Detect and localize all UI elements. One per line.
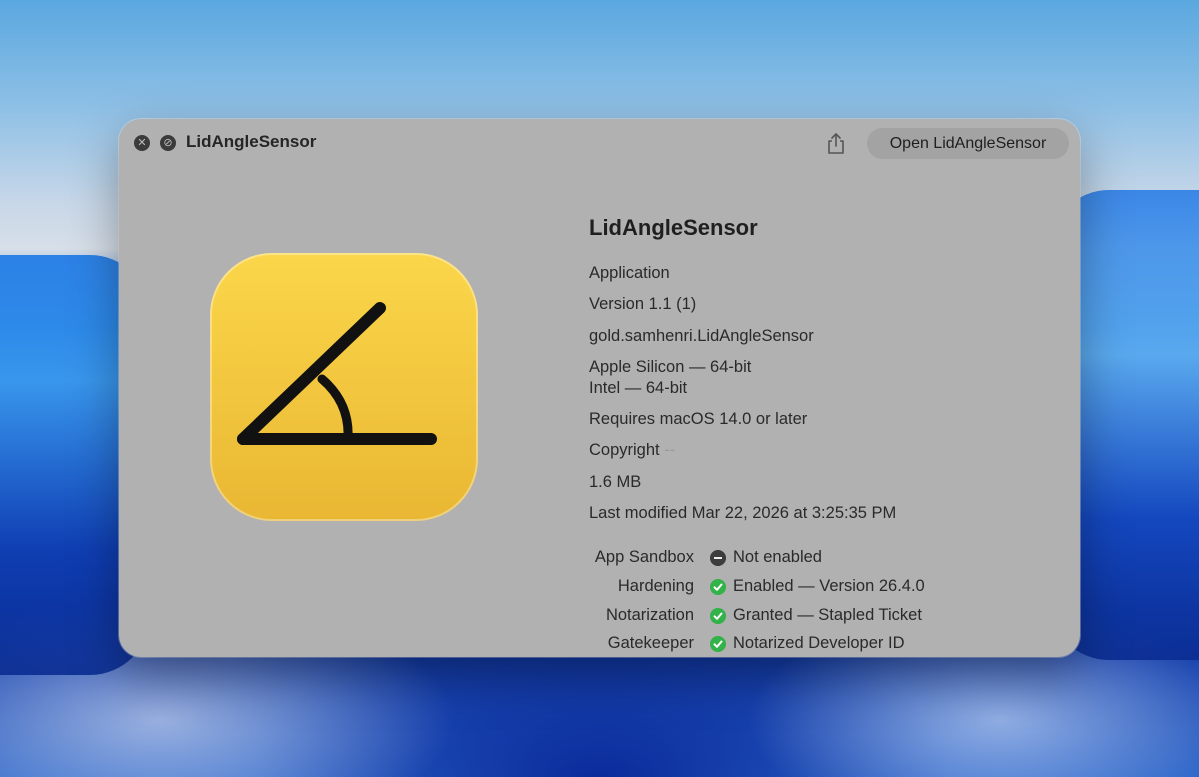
notarization-status: Granted — Stapled Ticket [733,606,922,624]
share-icon[interactable] [825,132,847,156]
copyright-value: -- [664,441,676,459]
sandbox-label: App Sandbox [594,548,694,566]
hardening-value: Enabled — Version 26.4.0 [710,577,925,596]
notarization-label: Notarization [605,606,694,624]
bundle-id: gold.samhenri.LidAngleSensor [589,327,814,345]
checkmark-icon [710,607,726,624]
arch-intel: Intel — 64-bit [589,379,688,397]
copyright: Copyright -- [589,441,675,460]
title-bar: ✕ ⊘ LidAngleSensor Open LidAngleSensor [119,119,1080,169]
checkmark-icon [710,578,726,595]
sandbox-value: Not enabled [710,548,822,567]
last-modified: Last modified Mar 22, 2026 at 3:25:35 PM [589,504,897,522]
app-icon [210,253,478,521]
gatekeeper-label: Gatekeeper [607,634,694,652]
app-version: Version 1.1 (1) [589,295,697,313]
copyright-label: Copyright [589,441,660,459]
block-icon[interactable]: ⊘ [160,135,176,151]
checkmark-icon [710,635,726,652]
not-enabled-icon [710,549,726,566]
app-size: 1.6 MB [589,473,642,491]
arch-apple-silicon: Apple Silicon — 64-bit [589,358,752,376]
requires-os: Requires macOS 14.0 or later [589,410,808,428]
app-name: LidAngleSensor [589,215,758,240]
notarization-value: Granted — Stapled Ticket [710,606,922,625]
sandbox-status: Not enabled [733,548,822,566]
gatekeeper-status: Notarized Developer ID [733,634,905,652]
app-info-window: ✕ ⊘ LidAngleSensor Open LidAngleSensor L… [119,119,1080,657]
gatekeeper-value: Notarized Developer ID [710,634,905,653]
hardening-status: Enabled — Version 26.4.0 [733,577,925,595]
hardening-label: Hardening [617,577,694,595]
window-title: LidAngleSensor [186,132,317,151]
open-app-button[interactable]: Open LidAngleSensor [867,128,1069,159]
app-kind: Application [589,264,670,282]
close-icon[interactable]: ✕ [134,135,150,151]
